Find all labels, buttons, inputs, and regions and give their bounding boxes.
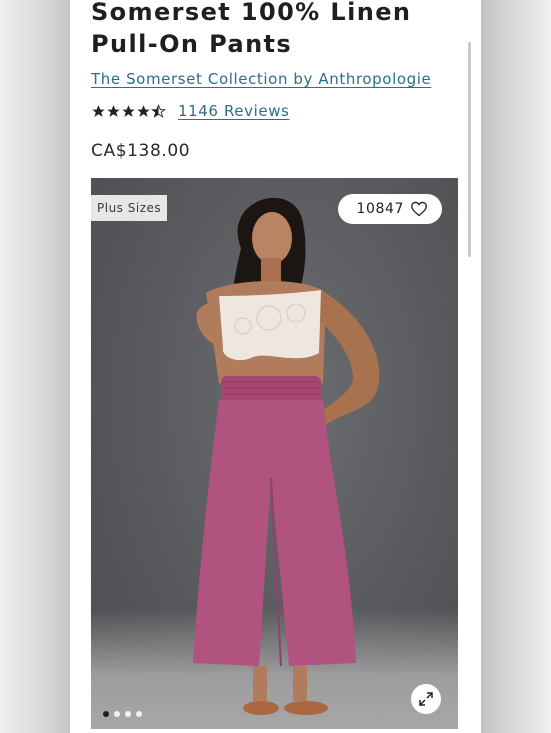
model-photo [193,197,380,715]
expand-arrows-icon [419,692,433,706]
star-icon [137,104,150,117]
favorites-count: 10847 [356,201,404,217]
rating-row: 1146 Reviews [91,102,289,120]
background-left [0,0,70,733]
favorite-button[interactable]: 10847 [338,194,442,224]
expand-image-button[interactable] [411,684,441,714]
carousel-dot[interactable] [114,711,120,717]
brand-link[interactable]: The Somerset Collection by Anthropologie [91,70,431,88]
star-half-icon [151,103,166,118]
product-page: Somerset 100% Linen Pull-On Pants The So… [70,0,481,733]
reviews-link[interactable]: 1146 Reviews [178,102,289,120]
carousel-indicator [103,711,147,717]
star-rating [91,103,166,119]
carousel-dot[interactable] [103,711,109,717]
star-icon [122,104,135,117]
carousel-dot[interactable] [136,711,142,717]
product-image[interactable]: Plus Sizes 10847 [91,178,458,729]
heart-outline-icon [411,201,427,217]
star-icon [92,104,105,117]
product-title: Somerset 100% Linen Pull-On Pants [91,0,412,58]
star-icon [107,104,120,117]
plus-sizes-badge[interactable]: Plus Sizes [91,195,168,221]
background-right [481,0,551,733]
scrollbar[interactable] [468,42,471,257]
product-price: CA$138.00 [91,141,191,161]
carousel-dot[interactable] [125,711,131,717]
